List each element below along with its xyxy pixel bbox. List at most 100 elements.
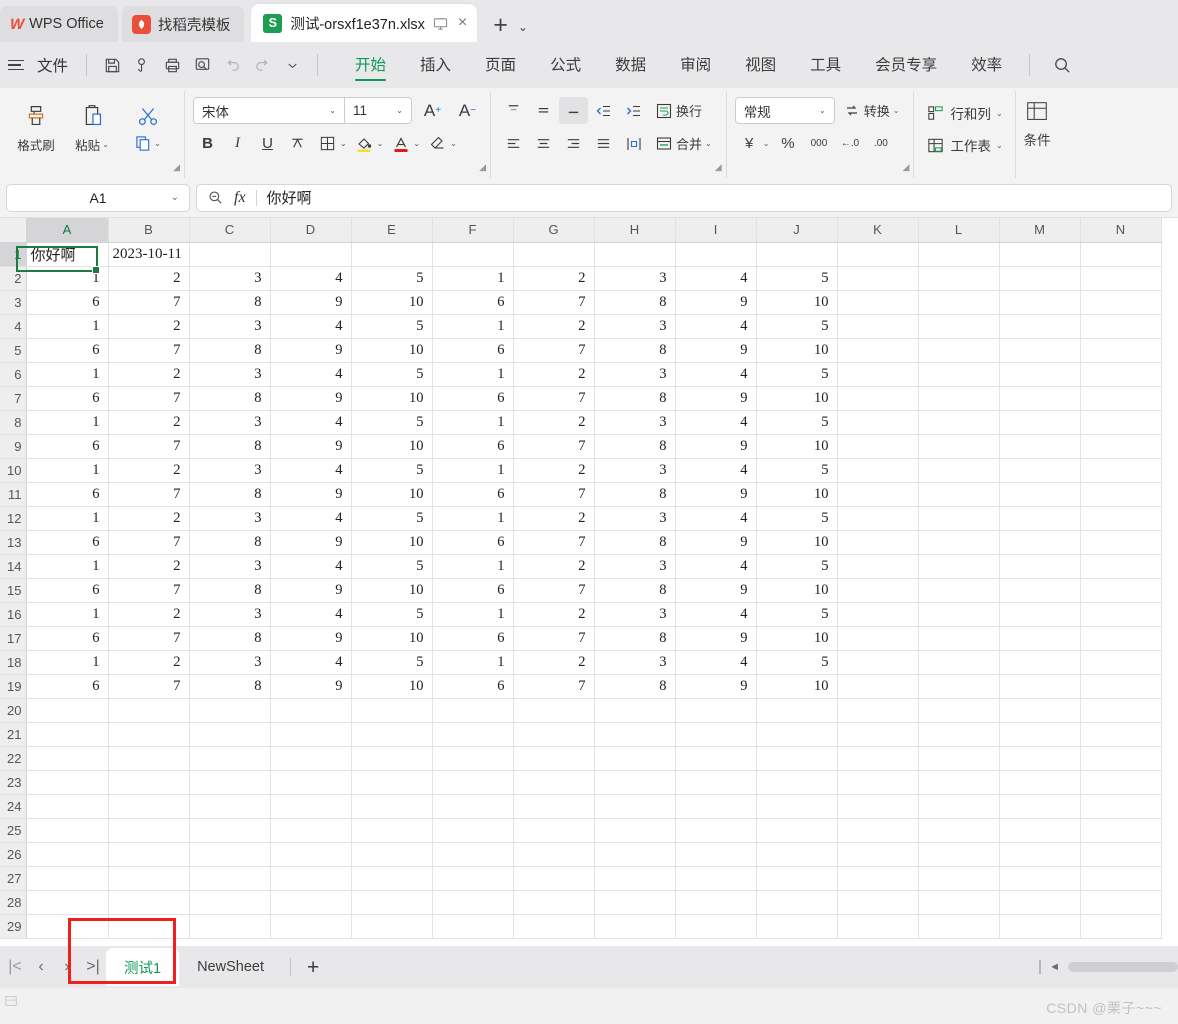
bold-button[interactable]: B	[193, 130, 222, 157]
sheet-nav-last-button[interactable]: >|	[80, 952, 106, 982]
cell-K17[interactable]	[837, 626, 919, 651]
cell-J28[interactable]	[756, 890, 838, 915]
cell-J8[interactable]: 5	[756, 410, 838, 435]
cell-C7[interactable]: 8	[189, 386, 271, 411]
row-header-9[interactable]: 9	[0, 434, 27, 459]
cell-K3[interactable]	[837, 290, 919, 315]
chevron-down-icon[interactable]: ⌄	[377, 139, 384, 148]
cell-A26[interactable]	[26, 842, 109, 867]
save-icon[interactable]	[97, 50, 127, 80]
cell-F27[interactable]	[432, 866, 514, 891]
cell-L27[interactable]	[918, 866, 1000, 891]
cell-J22[interactable]	[756, 746, 838, 771]
cell-G12[interactable]: 2	[513, 506, 595, 531]
cell-D10[interactable]: 4	[270, 458, 352, 483]
cell-A18[interactable]: 1	[26, 650, 109, 675]
cell-F6[interactable]: 1	[432, 362, 514, 387]
cell-C8[interactable]: 3	[189, 410, 271, 435]
cell-M4[interactable]	[999, 314, 1081, 339]
cell-H3[interactable]: 8	[594, 290, 676, 315]
cell-F3[interactable]: 6	[432, 290, 514, 315]
cell-I4[interactable]: 4	[675, 314, 757, 339]
cell-B15[interactable]: 7	[108, 578, 190, 603]
cell-J9[interactable]: 10	[756, 434, 838, 459]
row-header-15[interactable]: 15	[0, 578, 27, 603]
cell-G24[interactable]	[513, 794, 595, 819]
cell-A25[interactable]	[26, 818, 109, 843]
cell-D5[interactable]: 9	[270, 338, 352, 363]
cell-N20[interactable]	[1080, 698, 1162, 723]
chevron-down-icon[interactable]: ⌄	[413, 139, 420, 148]
cell-J12[interactable]: 5	[756, 506, 838, 531]
cell-J23[interactable]	[756, 770, 838, 795]
cell-A13[interactable]: 6	[26, 530, 109, 555]
cell-L28[interactable]	[918, 890, 1000, 915]
cell-L23[interactable]	[918, 770, 1000, 795]
scroll-left-arrow-icon[interactable]: ◄	[1049, 961, 1060, 973]
merge-cells-button[interactable]: 合并 ⌄	[649, 130, 718, 157]
paste-button[interactable]: 粘贴 ⌄	[64, 95, 120, 154]
cell-G25[interactable]	[513, 818, 595, 843]
sheet-nav-next-button[interactable]: ›	[54, 952, 80, 982]
app-tab-templates[interactable]: 找稻壳模板	[121, 6, 245, 42]
row-header-24[interactable]: 24	[0, 794, 27, 819]
cell-B17[interactable]: 7	[108, 626, 190, 651]
cell-M11[interactable]	[999, 482, 1081, 507]
cell-A27[interactable]	[26, 866, 109, 891]
cell-E16[interactable]: 5	[351, 602, 433, 627]
cell-N19[interactable]	[1080, 674, 1162, 699]
ribbon-tab-review[interactable]: 审阅	[663, 47, 728, 83]
cell-E21[interactable]	[351, 722, 433, 747]
cell-N14[interactable]	[1080, 554, 1162, 579]
ribbon-tab-insert[interactable]: 插入	[403, 47, 468, 83]
cell-I21[interactable]	[675, 722, 757, 747]
cell-N22[interactable]	[1080, 746, 1162, 771]
cell-G11[interactable]: 7	[513, 482, 595, 507]
number-dialog-launcher[interactable]: ◢	[903, 162, 910, 173]
cell-G17[interactable]: 7	[513, 626, 595, 651]
cell-J19[interactable]: 10	[756, 674, 838, 699]
cell-L8[interactable]	[918, 410, 1000, 435]
cell-F17[interactable]: 6	[432, 626, 514, 651]
column-header-c[interactable]: C	[189, 218, 271, 243]
cell-I24[interactable]	[675, 794, 757, 819]
cell-L24[interactable]	[918, 794, 1000, 819]
cell-I14[interactable]: 4	[675, 554, 757, 579]
cell-A4[interactable]: 1	[26, 314, 109, 339]
cell-G16[interactable]: 2	[513, 602, 595, 627]
cell-J3[interactable]: 10	[756, 290, 838, 315]
cell-H25[interactable]	[594, 818, 676, 843]
chevron-down-icon[interactable]: ⌄	[996, 141, 1003, 150]
cell-J10[interactable]: 5	[756, 458, 838, 483]
cell-H4[interactable]: 3	[594, 314, 676, 339]
cell-H19[interactable]: 8	[594, 674, 676, 699]
cell-C5[interactable]: 8	[189, 338, 271, 363]
cell-J17[interactable]: 10	[756, 626, 838, 651]
chevron-down-icon[interactable]: ⌄	[763, 139, 770, 148]
row-header-3[interactable]: 3	[0, 290, 27, 315]
cell-H8[interactable]: 3	[594, 410, 676, 435]
row-header-20[interactable]: 20	[0, 698, 27, 723]
align-right-button[interactable]	[559, 130, 588, 157]
cell-G14[interactable]: 2	[513, 554, 595, 579]
cell-E1[interactable]	[351, 242, 433, 267]
clipboard-dialog-launcher[interactable]: ◢	[173, 162, 180, 173]
cell-H10[interactable]: 3	[594, 458, 676, 483]
cell-B10[interactable]: 2	[108, 458, 190, 483]
cell-I22[interactable]	[675, 746, 757, 771]
row-header-29[interactable]: 29	[0, 914, 27, 939]
cell-B7[interactable]: 7	[108, 386, 190, 411]
cloud-sync-icon[interactable]	[127, 50, 157, 80]
justify-button[interactable]	[589, 130, 618, 157]
cell-D26[interactable]	[270, 842, 352, 867]
clear-format-button[interactable]	[423, 130, 452, 157]
cell-L13[interactable]	[918, 530, 1000, 555]
row-header-8[interactable]: 8	[0, 410, 27, 435]
row-header-26[interactable]: 26	[0, 842, 27, 867]
cell-N6[interactable]	[1080, 362, 1162, 387]
cell-D20[interactable]	[270, 698, 352, 723]
cell-D9[interactable]: 9	[270, 434, 352, 459]
cell-K25[interactable]	[837, 818, 919, 843]
cell-A22[interactable]	[26, 746, 109, 771]
cell-E8[interactable]: 5	[351, 410, 433, 435]
